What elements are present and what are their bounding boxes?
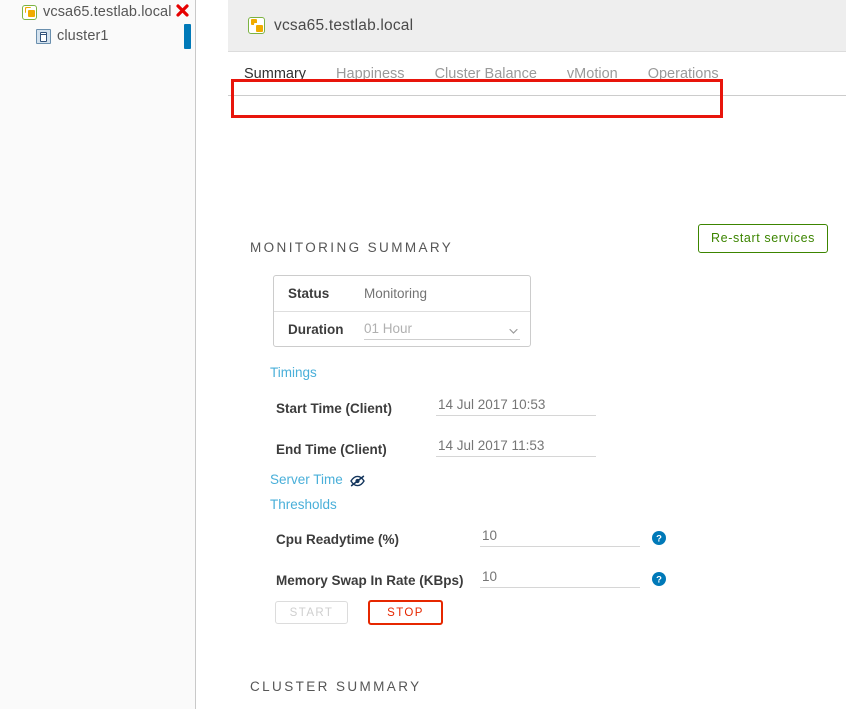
panel-gap [197,0,228,709]
cpu-readytime-input[interactable] [480,527,640,547]
memory-swap-input[interactable] [480,568,640,588]
start-time-row: Start Time (Client) [276,396,596,416]
vcenter-icon [248,17,265,34]
navigation-sidebar: vcsa65.testlab.local cluster1 [0,0,196,709]
tab-vmotion[interactable]: vMotion [567,66,618,90]
help-circle-icon[interactable]: ? [652,531,666,545]
sidebar-scrollbar-thumb[interactable] [184,24,191,49]
app-root: vcsa65.testlab.local cluster1 vcsa65.tes… [0,0,846,709]
end-time-input[interactable] [436,437,596,457]
memory-swap-label: Memory Swap In Rate (KBps) [276,573,480,588]
sidebar-item-cluster1[interactable]: cluster1 [0,24,195,48]
cluster-summary-heading: CLUSTER SUMMARY [250,679,422,694]
duration-select[interactable]: 01 Hour [364,318,520,340]
status-value: Monitoring [364,286,427,301]
content-panel: vcsa65.testlab.local Summary Happiness C… [228,0,846,709]
duration-selected-value: 01 Hour [364,321,412,336]
sidebar-item-label: vcsa65.testlab.local [43,4,172,20]
tab-summary[interactable]: Summary [244,66,306,90]
server-time-label: Server Time [270,472,343,487]
end-time-label: End Time (Client) [276,442,436,457]
start-time-input[interactable] [436,396,596,416]
vcenter-icon [22,5,37,20]
help-circle-icon[interactable]: ? [652,572,666,586]
server-time-toggle[interactable]: Server Time [270,472,365,487]
tab-bar: Summary Happiness Cluster Balance vMotio… [228,52,846,96]
status-row: Status Monitoring [274,276,530,311]
svg-text:?: ? [656,575,662,586]
svg-text:?: ? [656,534,662,545]
tab-happiness[interactable]: Happiness [336,66,405,90]
tab-operations[interactable]: Operations [648,66,719,90]
memory-swap-row: Memory Swap In Rate (KBps) ? [276,568,666,588]
object-header: vcsa65.testlab.local [228,0,846,52]
eye-slash-icon [350,475,365,487]
start-button[interactable]: START [275,601,348,624]
restart-services-button[interactable]: Re-start services [698,224,828,253]
close-x-icon[interactable] [175,3,190,18]
tab-cluster-balance[interactable]: Cluster Balance [435,66,537,90]
sidebar-item-vcsa65[interactable]: vcsa65.testlab.local [0,0,195,24]
cpu-readytime-label: Cpu Readytime (%) [276,532,480,547]
cluster-icon [36,29,51,44]
chevron-down-icon [509,323,518,332]
duration-label: Duration [288,322,364,337]
duration-row: Duration 01 Hour [274,311,530,346]
cpu-readytime-row: Cpu Readytime (%) ? [276,527,666,547]
page-title: vcsa65.testlab.local [274,17,413,35]
sidebar-item-label: cluster1 [57,28,109,44]
end-time-row: End Time (Client) [276,437,596,457]
monitoring-summary-heading: MONITORING SUMMARY [250,240,453,255]
start-time-label: Start Time (Client) [276,401,436,416]
monitoring-status-card: Status Monitoring Duration 01 Hour [273,275,531,347]
status-label: Status [288,286,364,301]
thresholds-link[interactable]: Thresholds [270,497,337,512]
timings-link[interactable]: Timings [270,365,317,380]
stop-button[interactable]: STOP [368,600,443,625]
